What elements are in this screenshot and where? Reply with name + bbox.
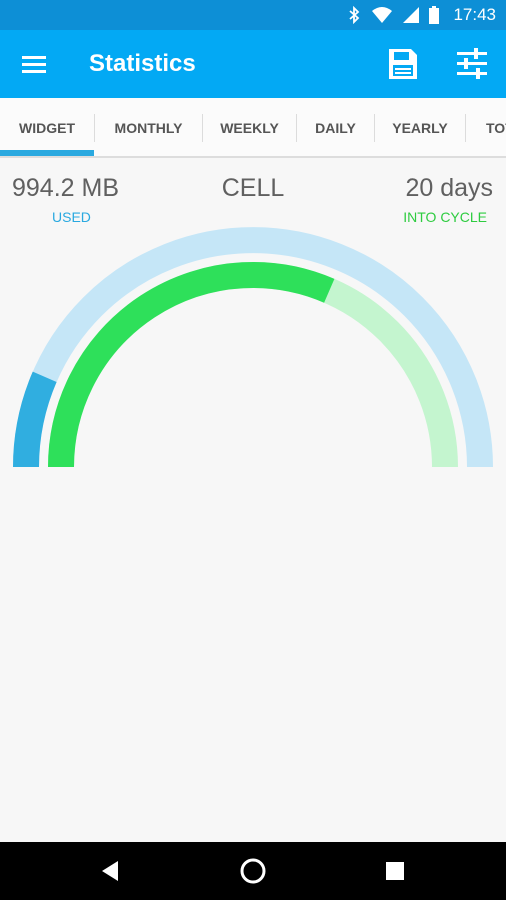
bluetooth-icon [349,6,360,24]
tab-bar: WIDGET MONTHLY WEEKLY DAILY YEARLY TOT [0,98,506,158]
page-title: Statistics [89,50,196,77]
battery-icon [429,6,440,24]
tab-daily[interactable]: DAILY [297,98,374,156]
cycle-track-arc [48,262,458,468]
recents-icon[interactable] [380,856,410,886]
usage-fill-arc [13,371,57,468]
app-bar: Statistics [0,30,506,98]
status-bar: 17:43 [0,0,506,30]
save-icon [389,49,417,79]
wifi-icon [372,7,393,23]
usage-gauge [13,227,493,468]
home-icon[interactable] [238,856,268,886]
status-time: 17:43 [453,5,496,24]
back-icon[interactable] [96,856,126,886]
system-nav-bar [0,842,506,900]
tab-widget[interactable]: WIDGET [0,98,94,156]
cycle-days-value: 20 days [405,174,493,202]
menu-icon [22,56,46,73]
tab-monthly[interactable]: MONTHLY [95,98,202,156]
settings-button[interactable] [454,46,490,82]
settings-sliders-icon [457,48,487,79]
signal-icon [403,7,420,23]
save-button[interactable] [386,46,420,82]
tab-yearly[interactable]: YEARLY [375,98,465,156]
tab-weekly[interactable]: WEEKLY [203,98,296,156]
tab-total[interactable]: TOT [466,98,506,156]
menu-button[interactable] [18,50,50,78]
tab-selected-indicator [0,150,94,156]
